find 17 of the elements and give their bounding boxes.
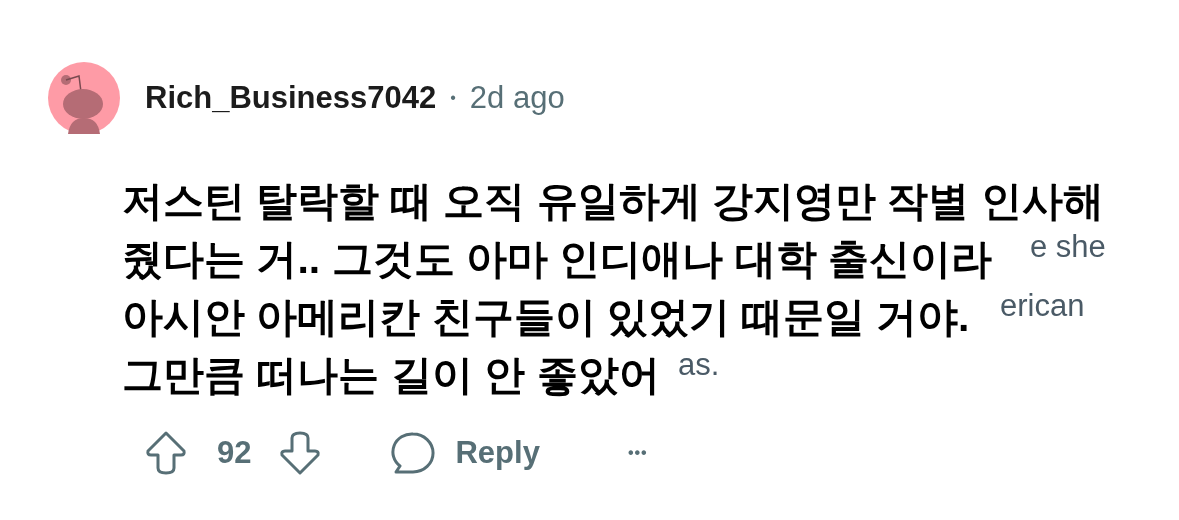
reply-button[interactable]: Reply: [391, 430, 540, 477]
underlying-text: e she: [1030, 228, 1106, 266]
comment-text-line: 줬다는 거.. 그것도 아마 인디애나 대학 출신이라: [122, 235, 993, 284]
username[interactable]: Rich_Business7042: [145, 74, 437, 122]
comment-text-line: 그만큼 떠나는 길이 안 좋았어: [122, 351, 660, 400]
comment-icon: [391, 431, 436, 476]
separator-dot: •: [450, 88, 456, 108]
comment-text-line: 저스틴 탈락할 때 오직 유일하게 강지영만 작별 인사해: [122, 177, 1104, 226]
comment-text-line: 아시안 아메리칸 친구들이 있었기 때문일 거야.: [122, 293, 970, 342]
underlying-text: erican: [1000, 287, 1085, 325]
timestamp: 2d ago: [469, 78, 565, 117]
upvote-icon[interactable]: [145, 430, 187, 477]
underlying-text: as.: [678, 346, 720, 384]
downvote-icon[interactable]: [279, 430, 322, 477]
vote-count: 92: [217, 434, 252, 472]
avatar-icon: [48, 62, 120, 134]
more-options-button[interactable]: •••: [627, 441, 648, 466]
